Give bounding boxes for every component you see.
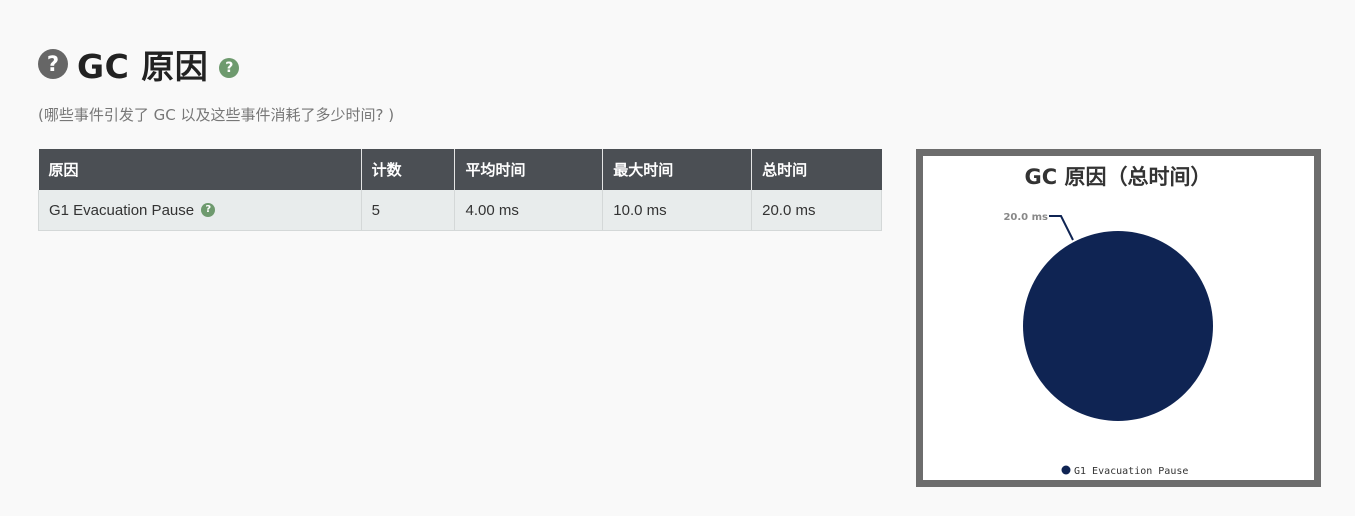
chart-title: GC 原因（总时间） (1025, 165, 1212, 189)
section-subtitle: (哪些事件引发了 GC 以及这些事件消耗了多少时间? ) (38, 106, 395, 124)
question-circle-icon[interactable]: ? (38, 49, 68, 79)
column-header-cause[interactable]: 原因 (38, 149, 362, 190)
help-icon[interactable]: ? (219, 58, 240, 78)
section-heading: ? GC 原因 ? (38, 40, 240, 88)
column-header-max-time[interactable]: 最大时间 (602, 149, 753, 190)
table-header-row: 原因 计数 平均时间 最大时间 总时间 (38, 149, 882, 190)
help-icon[interactable]: ? (201, 202, 216, 217)
pie-labels: 20.0 ms (1003, 212, 1074, 241)
cell-cause: G1 Evacuation Pause ? (38, 190, 362, 231)
legend-marker (1061, 465, 1071, 475)
legend-item[interactable]: G1 Evacuation Pause (1061, 465, 1189, 478)
data-label: 20.0 ms (1003, 212, 1048, 223)
cell-max-time: 10.0 ms (602, 190, 753, 231)
column-header-avg-time[interactable]: 平均时间 (454, 149, 604, 190)
gc-causes-page: ? GC 原因 ? (哪些事件引发了 GC 以及这些事件消耗了多少时间? ) 原… (0, 0, 1355, 516)
pie-slice[interactable] (1023, 231, 1213, 421)
column-header-total-time[interactable]: 总时间 (751, 149, 882, 190)
table-row: G1 Evacuation Pause ? 5 4.00 ms 10.0 ms … (38, 190, 882, 231)
cell-total-time: 20.0 ms (751, 190, 882, 231)
pie-chart-panel: GC 原因（总时间） 20.0 ms G1 Evacuation Pause (916, 149, 1321, 487)
column-header-count[interactable]: 计数 (361, 149, 456, 190)
pie-slices (1023, 231, 1213, 421)
page-title: GC 原因 (77, 47, 209, 86)
chart-legend[interactable]: G1 Evacuation Pause (1061, 465, 1189, 478)
data-label-connector (1049, 215, 1074, 241)
cell-count: 5 (361, 190, 456, 231)
cell-avg-time: 4.00 ms (454, 190, 604, 231)
cause-name: G1 Evacuation Pause (49, 201, 195, 219)
gc-causes-table: 原因 计数 平均时间 最大时间 总时间 G1 Evacuation Pause … (38, 149, 882, 231)
legend-label: G1 Evacuation Pause (1074, 466, 1188, 477)
pie-chart: GC 原因（总时间） 20.0 ms G1 Evacuation Pause (1003, 165, 1213, 478)
